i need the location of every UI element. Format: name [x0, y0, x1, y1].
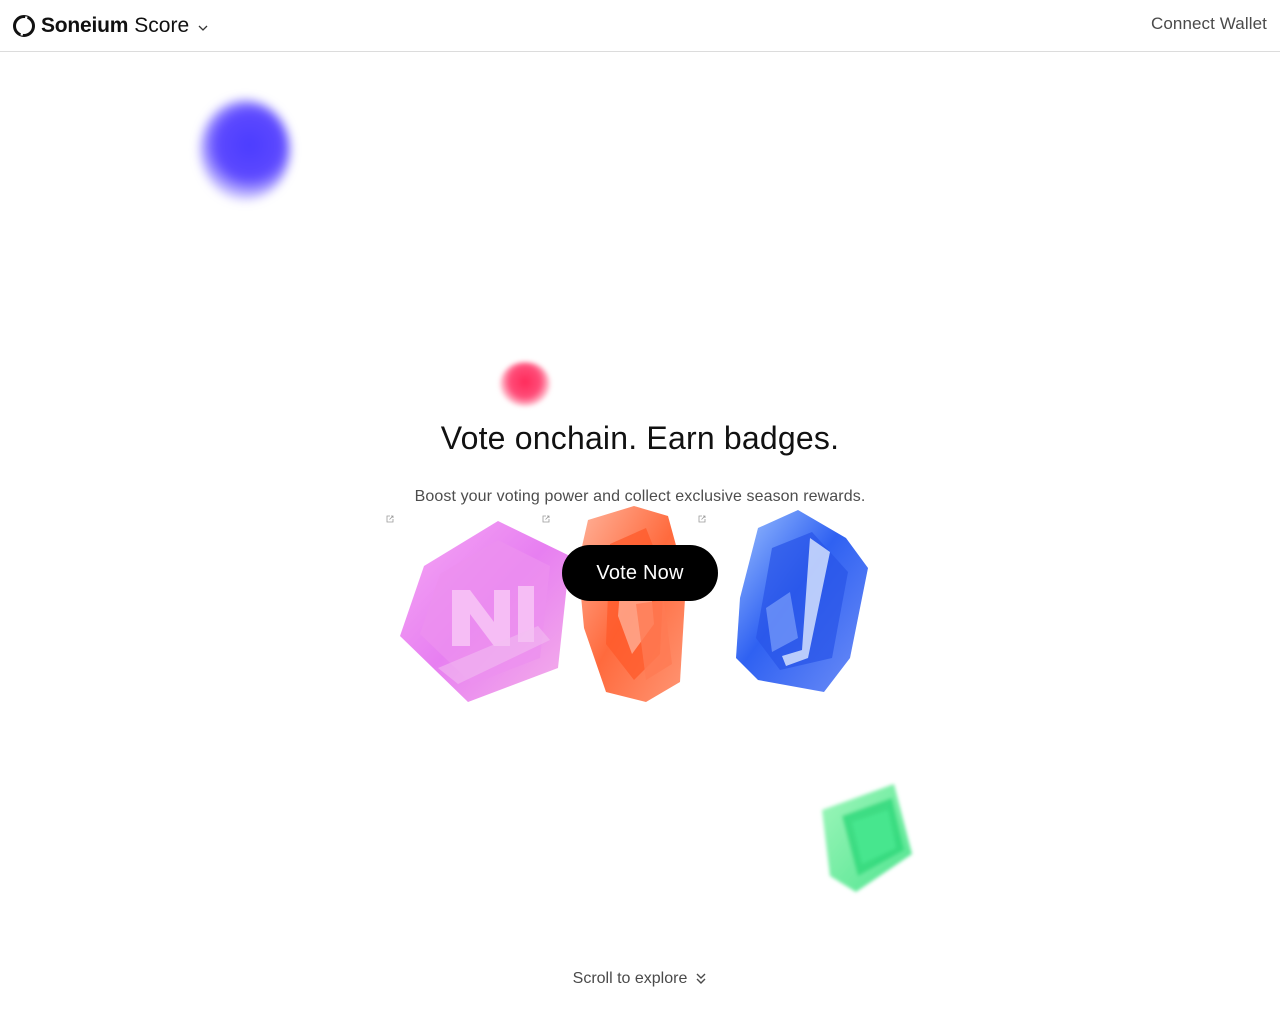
- heart-decoration: [500, 362, 550, 406]
- orange-crystal-badge[interactable]: [576, 504, 696, 704]
- double-chevron-down-icon: [696, 973, 706, 984]
- external-link-icon[interactable]: [386, 515, 394, 523]
- pink-hexagon-badge[interactable]: [398, 518, 578, 704]
- purple-glow-decoration: [200, 100, 290, 200]
- soneium-logo-icon: [13, 15, 35, 37]
- external-link-icon[interactable]: [698, 515, 706, 523]
- green-gem-decoration: [822, 784, 912, 892]
- chevron-down-icon: [198, 25, 208, 31]
- brand-name: Soneium: [41, 14, 129, 37]
- scroll-to-explore-link[interactable]: Scroll to explore: [0, 968, 1280, 990]
- scroll-label: Scroll to explore: [572, 970, 688, 987]
- connect-wallet-button[interactable]: Connect Wallet: [1151, 14, 1267, 34]
- top-navbar: Soneium Score Connect Wallet: [0, 0, 1280, 52]
- brand-product-name: Score: [134, 14, 190, 37]
- hero-title: Vote onchain. Earn badges.: [440, 420, 840, 456]
- brand-menu[interactable]: Soneium Score: [12, 13, 209, 39]
- vote-now-button[interactable]: Vote Now: [562, 545, 718, 601]
- blue-crystal-badge[interactable]: [732, 508, 872, 694]
